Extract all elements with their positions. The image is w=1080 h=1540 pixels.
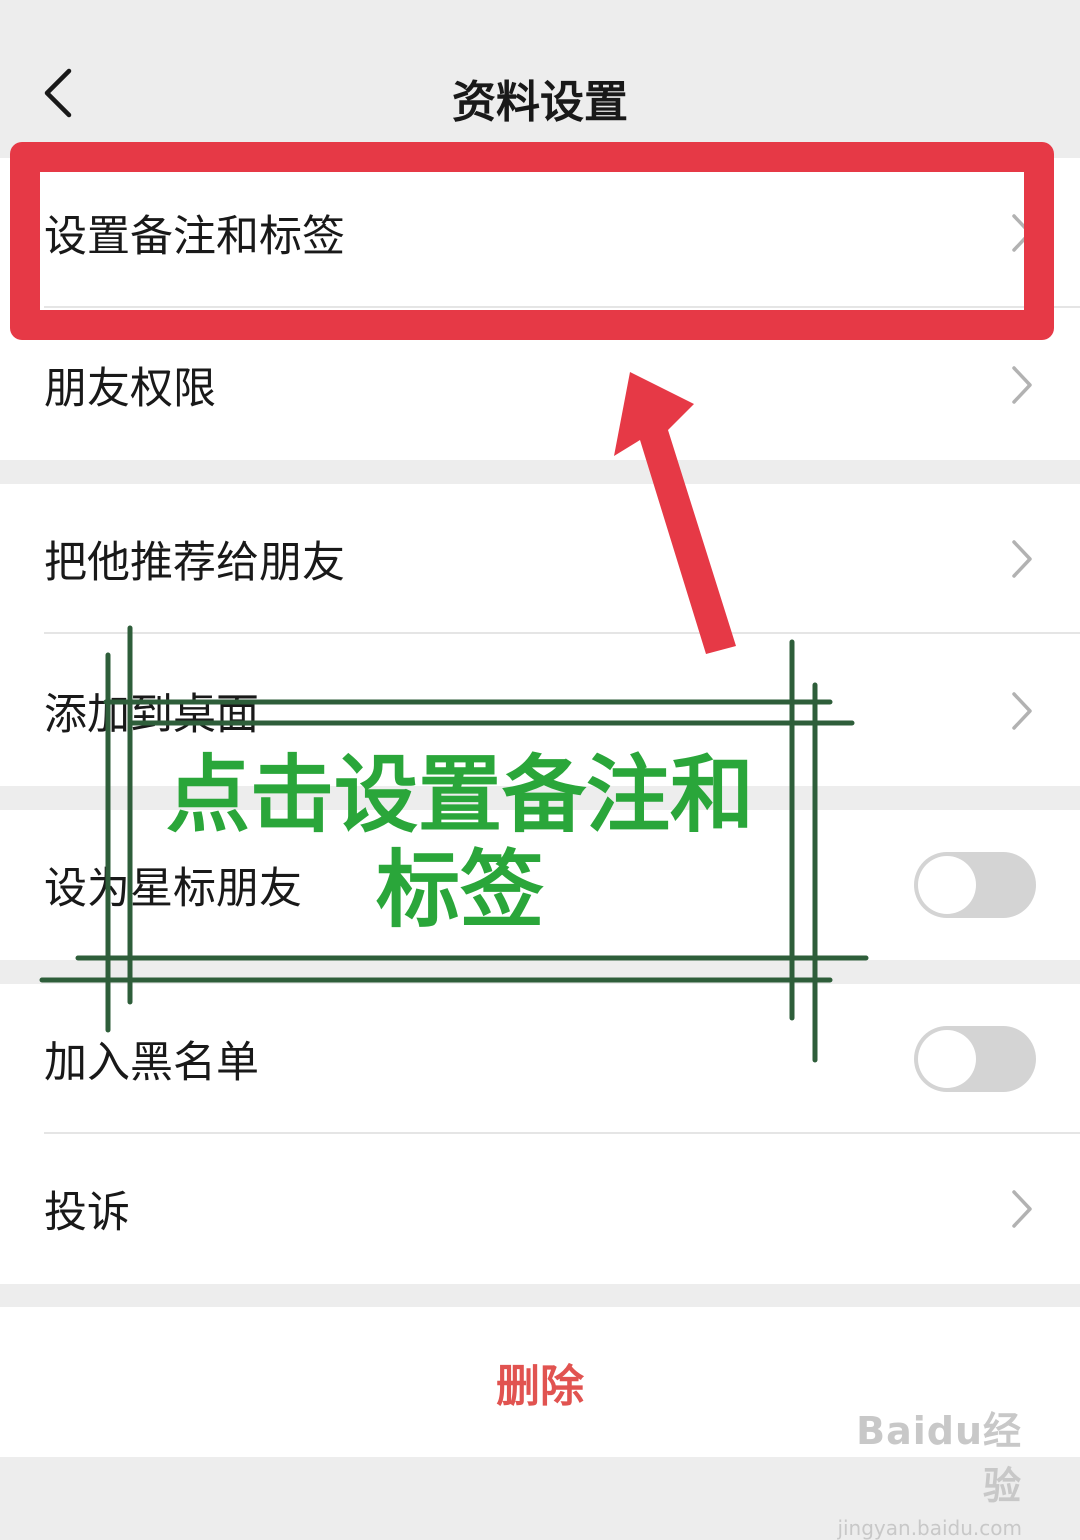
baidu-watermark: Baidu经验 jingyan.baidu.com: [822, 1400, 1022, 1540]
watermark-logo: Baidu经验: [856, 1409, 1022, 1508]
annotation-line-2: 标签: [375, 841, 544, 939]
annotation-line-1: 点击设置备注和: [165, 746, 754, 844]
red-arrow: [614, 372, 736, 654]
watermark-url: jingyan.baidu.com: [837, 1516, 1022, 1540]
